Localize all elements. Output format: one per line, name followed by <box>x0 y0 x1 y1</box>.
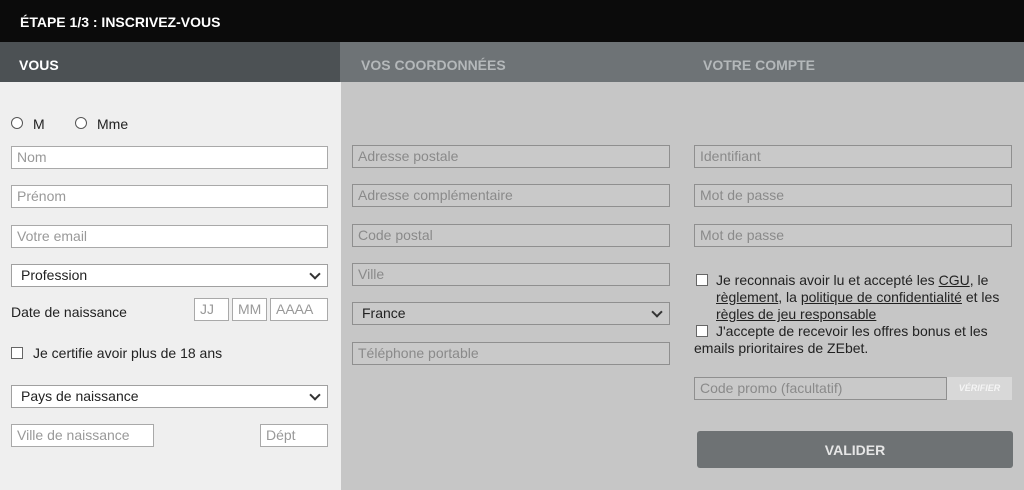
age-certify-checkbox[interactable] <box>11 347 23 359</box>
birth-dept-input[interactable]: Dépt <box>260 424 328 447</box>
responsible-gaming-link[interactable]: règles de jeu responsable <box>716 306 876 322</box>
birth-city-input[interactable]: Ville de naissance <box>11 424 154 447</box>
submit-button[interactable]: VALIDER <box>697 431 1013 468</box>
verify-button[interactable]: VÉRIFIER <box>947 377 1012 400</box>
birth-day-input[interactable]: JJ <box>194 298 229 321</box>
country-value: France <box>362 305 406 321</box>
address2-input[interactable]: Adresse complémentaire <box>352 184 670 207</box>
birth-country-select[interactable]: Pays de naissance <box>11 385 328 408</box>
step-tabs: VOUS VOS COORDONNÉES VOTRE COMPTE <box>0 42 1024 89</box>
civility-m-radio[interactable] <box>11 117 23 129</box>
mobile-phone-input[interactable]: Téléphone portable <box>352 342 670 365</box>
tab-vous[interactable]: VOUS <box>0 42 340 89</box>
age-certify-label: Je certifie avoir plus de 18 ans <box>33 345 223 361</box>
civility-mme-label: Mme <box>97 116 129 132</box>
username-input[interactable]: Identifiant <box>694 145 1012 168</box>
reglement-link[interactable]: règlement <box>716 289 778 305</box>
offers-label: J'accepte de recevoir les offres bonus e… <box>694 323 988 356</box>
civility-m-label: M <box>33 116 45 132</box>
promo-code-input[interactable]: Code promo (facultatif) <box>694 377 947 400</box>
tab-vos-coordonnees[interactable]: VOS COORDONNÉES <box>361 42 506 82</box>
address-input[interactable]: Adresse postale <box>352 145 670 168</box>
page-header: ÉTAPE 1/3 : INSCRIVEZ-VOUS <box>0 0 1024 42</box>
terms-checkbox[interactable] <box>696 274 708 286</box>
chevron-down-icon <box>309 390 321 402</box>
profession-value: Profession <box>21 267 88 283</box>
password-confirm-input[interactable]: Mot de passe <box>694 224 1012 247</box>
privacy-policy-link[interactable]: politique de confidentialité <box>801 289 962 305</box>
postal-code-input[interactable]: Code postal <box>352 224 670 247</box>
terms-text: Je reconnais avoir lu et accepté les CGU… <box>716 272 1000 322</box>
country-select[interactable]: France <box>352 302 670 325</box>
cgu-link[interactable]: CGU <box>939 272 970 288</box>
profession-select[interactable]: Profession <box>11 264 328 287</box>
chevron-down-icon <box>651 307 663 319</box>
birth-month-input[interactable]: MM <box>232 298 267 321</box>
civility-mme-radio[interactable] <box>75 117 87 129</box>
tab-votre-compte[interactable]: VOTRE COMPTE <box>703 42 815 82</box>
nom-input[interactable]: Nom <box>11 146 328 169</box>
prenom-input[interactable]: Prénom <box>11 185 328 208</box>
step-title: ÉTAPE 1/3 : INSCRIVEZ-VOUS <box>20 14 221 30</box>
city-input[interactable]: Ville <box>352 263 670 286</box>
birth-country-value: Pays de naissance <box>21 388 139 404</box>
birthdate-label: Date de naissance <box>11 304 127 320</box>
password-input[interactable]: Mot de passe <box>694 184 1012 207</box>
birth-year-input[interactable]: AAAA <box>270 298 328 321</box>
chevron-down-icon <box>309 269 321 281</box>
email-input[interactable]: Votre email <box>11 225 328 248</box>
